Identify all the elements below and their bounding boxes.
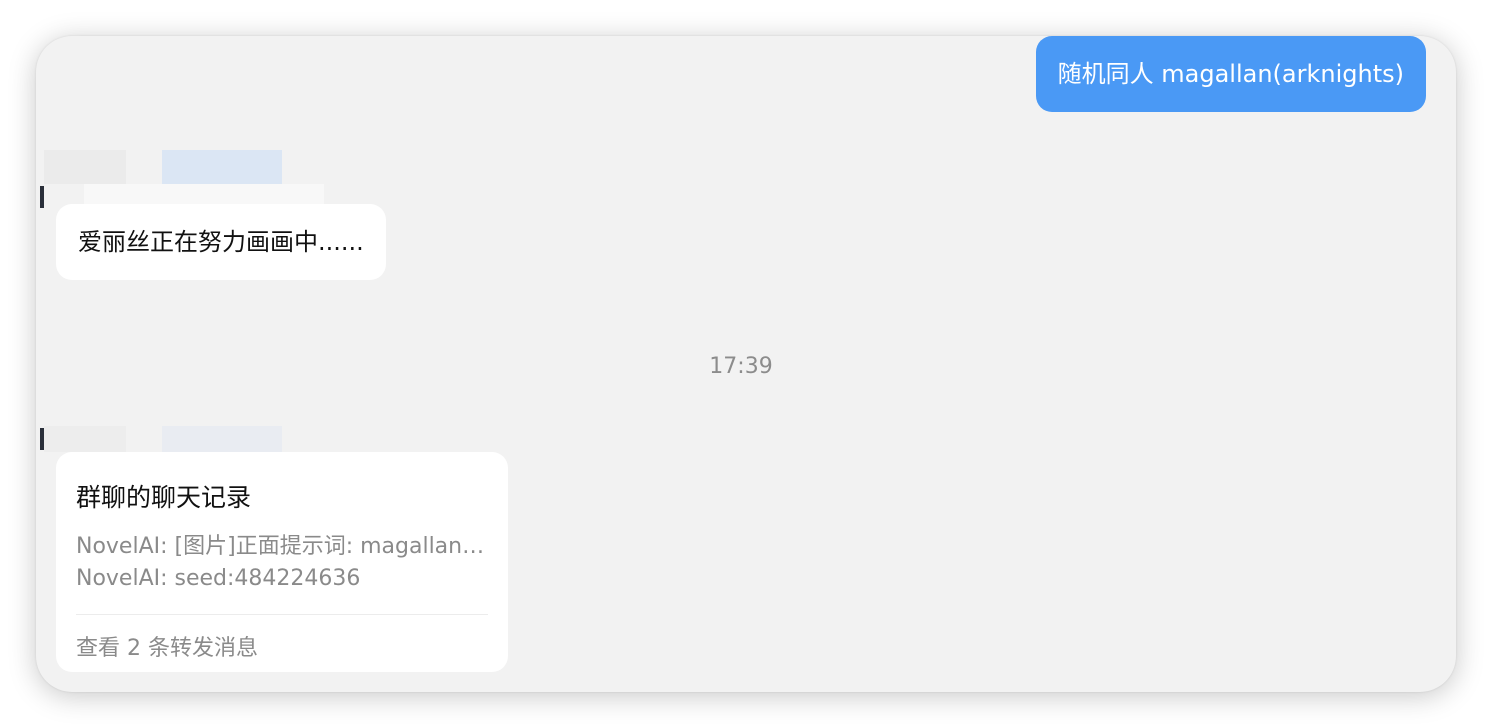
incoming-message-bubble[interactable]: 爱丽丝正在努力画画中......: [56, 204, 386, 280]
outgoing-message-bubble[interactable]: 随机同人 magallan(arknights): [1035, 36, 1426, 112]
forward-card-preview-line: NovelAI: [图片]正面提示词: magallan(arknights),…: [76, 534, 488, 559]
sender-name-blurred: [36, 150, 336, 210]
forward-card-preview-line: NovelAI: seed:484224636: [76, 566, 361, 591]
divider: [76, 614, 488, 615]
view-forwarded-messages-link[interactable]: 查看 2 条转发消息: [76, 630, 258, 662]
forwarded-chat-record-card[interactable]: 群聊的聊天记录 NovelAI: [图片]正面提示词: magallan(ark…: [56, 452, 508, 672]
chat-window: 随机同人 magallan(arknights) 爱丽丝正在努力画画中.....…: [36, 36, 1456, 692]
forward-card-title: 群聊的聊天记录: [76, 483, 252, 512]
message-timestamp: 17:39: [709, 354, 773, 379]
corner-indicator: [1448, 40, 1454, 48]
